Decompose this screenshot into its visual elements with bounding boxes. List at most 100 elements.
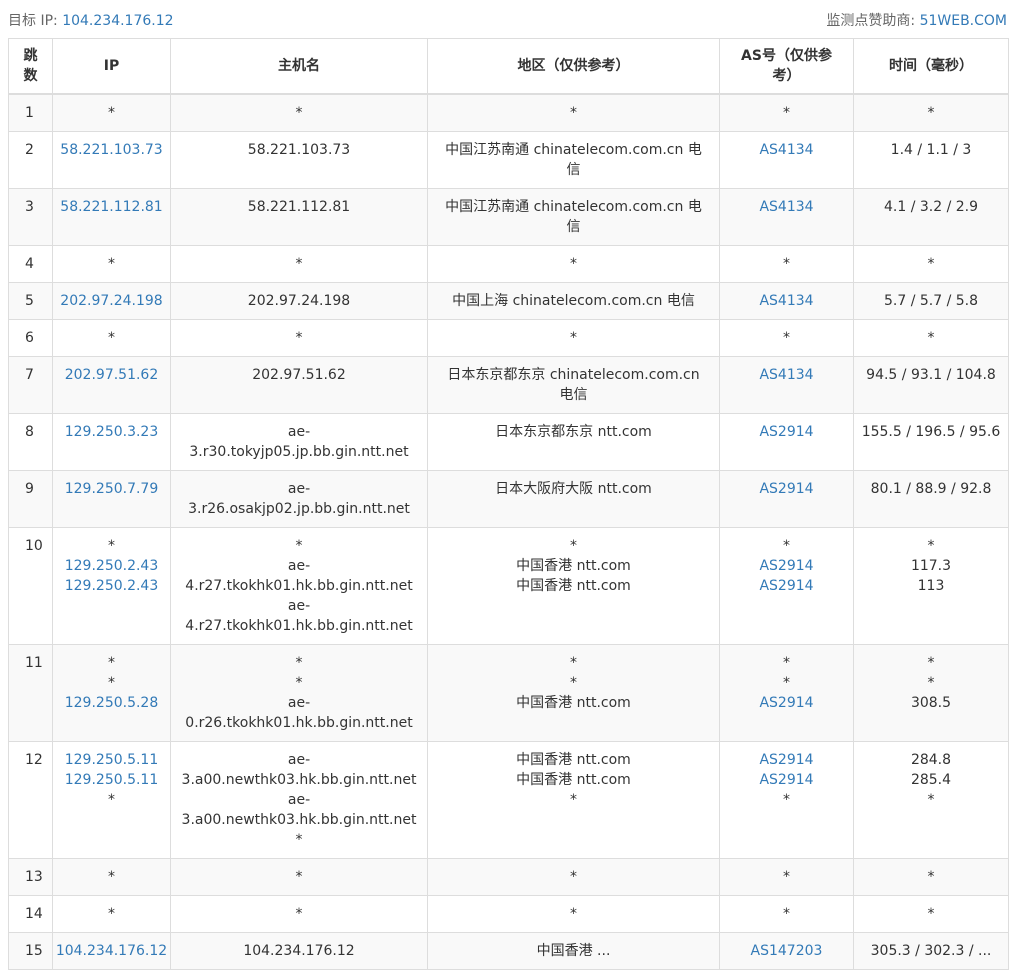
ip-link[interactable]: 129.250.5.11	[53, 770, 170, 790]
host-value: *	[295, 906, 303, 922]
sponsor-label: 监测点赞助商:	[826, 13, 916, 29]
hostname-cell: *	[170, 93, 428, 132]
as-link[interactable]: AS2914	[720, 556, 853, 576]
region-value: 中国香港 ntt.com	[516, 695, 631, 711]
as-link[interactable]: AS4134	[720, 197, 853, 217]
ip-link[interactable]: 129.250.5.28	[53, 693, 170, 713]
table-body: 1 * * * * * 2 58.221.103.73 58.221.103.73 中国江苏南通 …	[8, 93, 1009, 970]
ip-link[interactable]: 129.250.2.43	[53, 576, 170, 596]
ip-link[interactable]: 58.221.103.73	[53, 140, 170, 160]
table-row: 10 * 129.250.2.43 129.250.2.43 * ae-4.r27.tko…	[8, 527, 1009, 645]
table-row: 2 58.221.103.73 58.221.103.73 中国江苏南通 chinat…	[8, 131, 1009, 189]
hostname-cell: *	[170, 319, 428, 357]
host-value: 202.97.51.62	[252, 367, 346, 383]
as-cell: * AS2914 AS2914	[719, 527, 854, 645]
ip-cell: 104.234.176.12	[52, 932, 171, 970]
ip-link[interactable]: 129.250.7.79	[53, 479, 170, 499]
hop-cell: 15	[8, 932, 53, 970]
as-link[interactable]: AS2914	[720, 479, 853, 499]
as-link[interactable]: AS2914	[720, 576, 853, 596]
hostname-cell: *	[170, 895, 428, 933]
host-value: ae-3.a00.newthk03.hk.bb.gin.ntt.net	[181, 752, 417, 788]
region-value: *	[570, 655, 577, 671]
as-cell: AS4134	[719, 282, 854, 320]
region-cell: *	[427, 245, 720, 283]
hop-cell: 11	[8, 644, 53, 742]
host-value: ae-4.r27.tkokhk01.hk.bb.gin.ntt.net	[185, 558, 413, 594]
column-header-region: 地区（仅供参考）	[427, 38, 720, 95]
time-cell: 4.1 / 3.2 / 2.9	[853, 188, 1009, 246]
region-cell: * 中国香港 ntt.com 中国香港 ntt.com	[427, 527, 720, 645]
as-link[interactable]: AS147203	[720, 941, 853, 961]
as-cell: *	[719, 245, 854, 283]
table-row: 11 * * 129.250.5.28 * * ae-0.r26.tkokhk01.hk.b…	[8, 644, 1009, 742]
hostname-cell: ae-3.a00.newthk03.hk.bb.gin.ntt.net ae-3.…	[170, 741, 428, 859]
sponsor-link[interactable]: 51WEB.COM	[920, 13, 1007, 29]
time-cell: *	[853, 93, 1009, 132]
hop-cell: 12	[8, 741, 53, 859]
as-cell: AS4134	[719, 356, 854, 414]
host-value: ae-3.a00.newthk03.hk.bb.gin.ntt.net	[181, 792, 417, 828]
ip-link[interactable]: 58.221.112.81	[53, 197, 170, 217]
host-value: *	[295, 832, 303, 848]
ip-value: *	[108, 105, 115, 121]
region-value: 中国江苏南通 chinatelecom.com.cn 电信	[445, 199, 702, 235]
as-value: *	[783, 655, 790, 671]
region-value: *	[570, 869, 577, 885]
as-link[interactable]: AS4134	[720, 365, 853, 385]
as-value: *	[783, 105, 790, 121]
region-cell: 日本东京都东京 ntt.com	[427, 413, 720, 471]
time-cell: 80.1 / 88.9 / 92.8	[853, 470, 1009, 528]
time-cell: 94.5 / 93.1 / 104.8	[853, 356, 1009, 414]
host-value: ae-3.r26.osakjp02.jp.bb.gin.ntt.net	[188, 481, 410, 517]
host-value: 202.97.24.198	[247, 293, 351, 309]
table-row: 9 129.250.7.79 ae-3.r26.osakjp02.jp.bb.gin…	[8, 470, 1009, 528]
hop-cell: 7	[8, 356, 53, 414]
as-link[interactable]: AS2914	[720, 422, 853, 442]
table-row: 13 * * * * *	[8, 858, 1009, 896]
region-value: 中国香港 ntt.com	[516, 772, 631, 788]
ip-link[interactable]: 202.97.51.62	[53, 365, 170, 385]
as-cell: AS2914 AS2914 *	[719, 741, 854, 859]
region-value: *	[570, 906, 577, 922]
time-value: *	[927, 655, 935, 671]
ip-link[interactable]: 202.97.24.198	[53, 291, 170, 311]
as-link[interactable]: AS4134	[720, 291, 853, 311]
region-cell: *	[427, 858, 720, 896]
ip-link[interactable]: 129.250.3.23	[53, 422, 170, 442]
ip-value: *	[108, 675, 115, 691]
as-link[interactable]: AS4134	[720, 140, 853, 160]
hop-cell: 1	[8, 93, 53, 132]
time-value: 113	[917, 578, 945, 594]
ip-cell: 202.97.51.62	[52, 356, 171, 414]
table-row: 14 * * * * *	[8, 895, 1009, 933]
time-value: 5.7 / 5.7 / 5.8	[883, 293, 979, 309]
hostname-cell: *	[170, 245, 428, 283]
time-cell: 1.4 / 1.1 / 3	[853, 131, 1009, 189]
hop-cell: 13	[8, 858, 53, 896]
as-link[interactable]: AS2914	[720, 750, 853, 770]
target-ip-link[interactable]: 104.234.176.12	[62, 13, 173, 29]
table-row: 12 129.250.5.11 129.250.5.11 * ae-3.a00.newt…	[8, 741, 1009, 859]
region-cell: *	[427, 895, 720, 933]
hop-cell: 4	[8, 245, 53, 283]
table-row: 1 * * * * *	[8, 93, 1009, 132]
as-link[interactable]: AS2914	[720, 770, 853, 790]
as-cell: *	[719, 858, 854, 896]
ip-cell: * 129.250.2.43 129.250.2.43	[52, 527, 171, 645]
time-cell: 305.3 / 302.3 / ...	[853, 932, 1009, 970]
host-value: *	[295, 330, 303, 346]
time-cell: 155.5 / 196.5 / 95.6	[853, 413, 1009, 471]
ip-cell: *	[52, 245, 171, 283]
ip-link[interactable]: 104.234.176.12	[53, 941, 170, 961]
time-cell: *	[853, 319, 1009, 357]
as-value: *	[783, 256, 790, 272]
ip-cell: *	[52, 895, 171, 933]
ip-link[interactable]: 129.250.5.11	[53, 750, 170, 770]
as-value: *	[783, 792, 790, 808]
ip-link[interactable]: 129.250.2.43	[53, 556, 170, 576]
hostname-cell: ae-3.r30.tokyjp05.jp.bb.gin.ntt.net	[170, 413, 428, 471]
as-link[interactable]: AS2914	[720, 693, 853, 713]
table-row: 6 * * * * *	[8, 319, 1009, 357]
as-value: *	[783, 675, 790, 691]
